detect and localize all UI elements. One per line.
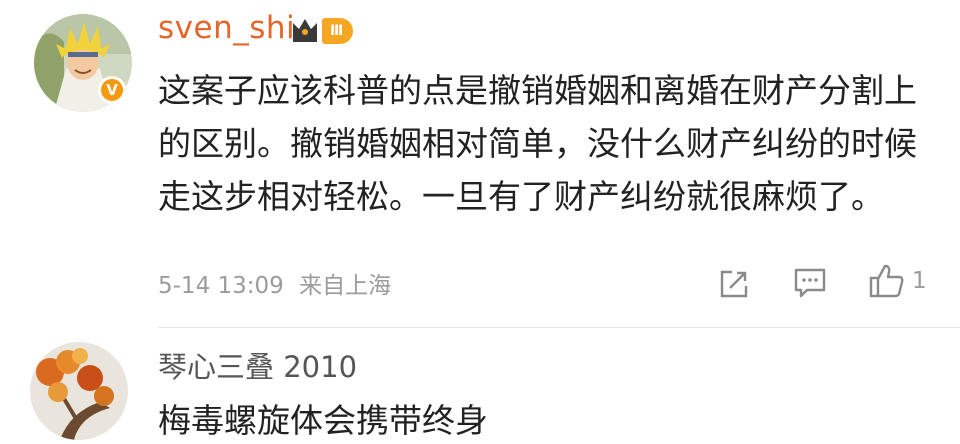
level-badge: Ⅲ <box>322 18 354 44</box>
comment-text: 这案子应该科普的点是撤销婚姻和离婚在财产分割上的区别。撤销婚姻相对简单，没什么财… <box>158 71 917 216</box>
like-icon <box>869 264 904 298</box>
avatar[interactable] <box>30 342 128 440</box>
comment-meta: 5-14 13:09 来自上海 <box>158 266 391 300</box>
username[interactable]: 琴心三叠 2010 <box>158 344 357 386</box>
crown-icon <box>293 19 317 42</box>
comment-text: 梅毒螺旋体会携带终身 <box>158 401 488 440</box>
share-icon <box>720 270 748 298</box>
share-button[interactable] <box>718 268 750 304</box>
like-button[interactable] <box>868 262 906 304</box>
divider <box>158 327 960 328</box>
comment-button[interactable] <box>793 266 827 304</box>
verified-badge: V <box>98 76 126 104</box>
location: 来自上海 <box>299 273 392 299</box>
timestamp: 5-14 13:09 <box>158 273 284 299</box>
like-count: 1 <box>912 268 927 294</box>
username[interactable]: sven_shi <box>158 10 295 46</box>
comment-icon <box>794 268 826 298</box>
